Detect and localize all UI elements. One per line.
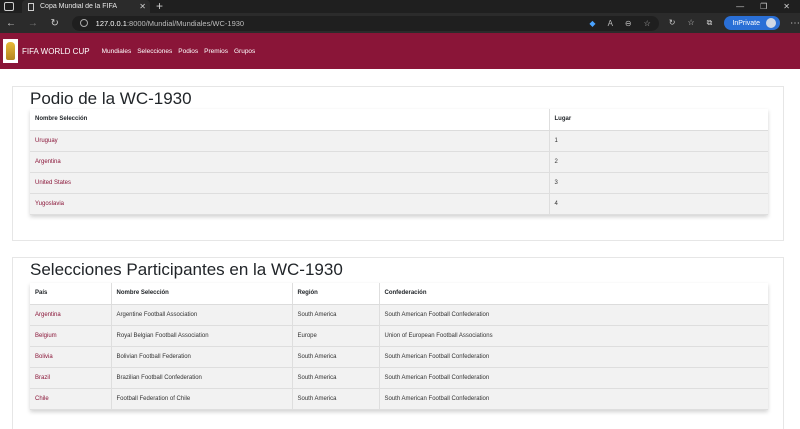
place-cell: 4 (549, 193, 768, 215)
confederation-cell: South American Football Confederation (379, 388, 768, 410)
avatar (766, 18, 776, 28)
table-row: Uruguay 1 (30, 130, 768, 152)
country-link[interactable]: Chile (30, 388, 112, 410)
team-link[interactable]: Yugoslavia (30, 193, 550, 215)
place-cell: 2 (549, 151, 768, 173)
region-cell: South America (292, 304, 380, 326)
browser-tab[interactable]: Copa Mundial de la FIFA ✕ (22, 0, 150, 13)
nav-link-grupos[interactable]: Grupos (234, 48, 255, 55)
browser-address-bar: ← → ↻ 127.0.0.1 :8000/Mundial/Mundiales/… (0, 13, 800, 33)
url-actions: ◆ A ⊖ ☆ (589, 19, 658, 28)
country-link[interactable]: Belgium (30, 325, 112, 347)
new-tab-icon[interactable]: + (156, 0, 163, 13)
world-cup-trophy-icon[interactable] (3, 39, 18, 63)
url-host: 127.0.0.1 (95, 18, 127, 28)
podio-title: Podio de la WC-1930 (30, 89, 192, 108)
selecciones-table-container: País Nombre Selección Región Confederaci… (30, 283, 768, 410)
maximize-icon[interactable]: ❐ (760, 2, 767, 11)
table-row: Chile Football Federation of Chile South… (30, 388, 768, 410)
header-nombre-seleccion: Nombre Selección (30, 109, 550, 131)
podio-table: Nombre Selección Lugar Uruguay 1 Argenti… (30, 109, 768, 215)
team-name-cell: Royal Belgian Football Association (111, 325, 293, 347)
confederation-cell: South American Football Confederation (379, 304, 768, 326)
tab-title: Copa Mundial de la FIFA (40, 3, 118, 10)
team-link[interactable]: United States (30, 172, 550, 194)
table-row: Yugoslavia 4 (30, 193, 768, 215)
minimize-icon[interactable]: — (736, 2, 744, 11)
table-row: Argentina Argentine Football Association… (30, 304, 768, 326)
country-link[interactable]: Brazil (30, 367, 112, 389)
read-aloud-icon[interactable]: A (608, 19, 613, 28)
nav-link-premios[interactable]: Premios (204, 48, 228, 55)
more-options-icon[interactable]: ⋯ (790, 18, 800, 29)
header-pais: País (30, 283, 112, 305)
favorites-icon[interactable]: ☆ (687, 18, 694, 28)
nav-link-podios[interactable]: Podios (178, 48, 198, 55)
table-row: United States 3 (30, 172, 768, 194)
favorite-add-icon[interactable]: ☆ (644, 19, 651, 28)
confederation-cell: South American Football Confederation (379, 367, 768, 389)
window-menu-icon[interactable] (4, 2, 14, 11)
team-name-cell: Brazilian Football Confederation (111, 367, 293, 389)
team-link[interactable]: Uruguay (30, 130, 550, 152)
refresh-icon[interactable]: ↻ (44, 18, 66, 29)
url-path: :8000/Mundial/Mundiales/WC-1930 (126, 18, 245, 28)
team-name-cell: Argentine Football Association (111, 304, 293, 326)
browser-toolbar: ↻ ☆ ⧉ (669, 18, 713, 28)
app-navbar: FIFA WORLD CUP Mundiales Selecciones Pod… (0, 33, 800, 69)
podio-card: Podio de la WC-1930 Nombre Selección Lug… (12, 86, 784, 241)
nav-link-selecciones[interactable]: Selecciones (137, 48, 172, 55)
selecciones-table: País Nombre Selección Región Confederaci… (30, 283, 768, 410)
podio-table-container: Nombre Selección Lugar Uruguay 1 Argenti… (30, 109, 768, 215)
zoom-icon[interactable]: ⊖ (625, 19, 632, 28)
refresh-extension-icon[interactable]: ↻ (669, 18, 676, 28)
country-link[interactable]: Bolivia (30, 346, 112, 368)
inprivate-label: InPrivate (732, 19, 760, 27)
forward-icon[interactable]: → (22, 18, 44, 29)
shield-icon[interactable]: ◆ (589, 19, 595, 28)
nav-links: Mundiales Selecciones Podios Premios Gru… (102, 48, 256, 55)
region-cell: South America (292, 367, 380, 389)
table-row: Brazil Brazilian Football Confederation … (30, 367, 768, 389)
window-controls: — ❐ ✕ (736, 2, 800, 11)
team-name-cell: Bolivian Football Federation (111, 346, 293, 368)
team-name-cell: Football Federation of Chile (111, 388, 293, 410)
table-row: Argentina 2 (30, 151, 768, 173)
inprivate-button[interactable]: InPrivate (724, 16, 780, 30)
region-cell: South America (292, 346, 380, 368)
page-icon (28, 2, 34, 11)
site-info-icon[interactable] (79, 19, 88, 27)
url-field[interactable]: 127.0.0.1 :8000/Mundial/Mundiales/WC-193… (71, 15, 659, 31)
browser-tab-bar: Copa Mundial de la FIFA ✕ + — ❐ ✕ (0, 0, 800, 13)
place-cell: 1 (549, 130, 768, 152)
header-nombre-seleccion: Nombre Selección (111, 283, 293, 305)
close-tab-icon[interactable]: ✕ (139, 2, 146, 11)
close-window-icon[interactable]: ✕ (783, 2, 790, 11)
region-cell: Europe (292, 325, 380, 347)
selecciones-card: Selecciones Participantes en la WC-1930 … (12, 257, 784, 429)
region-cell: South America (292, 388, 380, 410)
table-row: Bolivia Bolivian Football Federation Sou… (30, 346, 768, 368)
back-icon[interactable]: ← (0, 18, 22, 29)
country-link[interactable]: Argentina (30, 304, 112, 326)
page-content: Podio de la WC-1930 Nombre Selección Lug… (0, 69, 800, 429)
header-lugar: Lugar (549, 109, 768, 131)
brand-name[interactable]: FIFA WORLD CUP (22, 47, 90, 56)
confederation-cell: Union of European Football Associations (379, 325, 768, 347)
team-link[interactable]: Argentina (30, 151, 550, 173)
nav-link-mundiales[interactable]: Mundiales (102, 48, 132, 55)
confederation-cell: South American Football Confederation (379, 346, 768, 368)
selecciones-title: Selecciones Participantes en la WC-1930 (30, 260, 343, 279)
collections-icon[interactable]: ⧉ (707, 18, 713, 28)
table-row: Belgium Royal Belgian Football Associati… (30, 325, 768, 347)
header-confederacion: Confederación (379, 283, 768, 305)
header-region: Región (292, 283, 380, 305)
place-cell: 3 (549, 172, 768, 194)
